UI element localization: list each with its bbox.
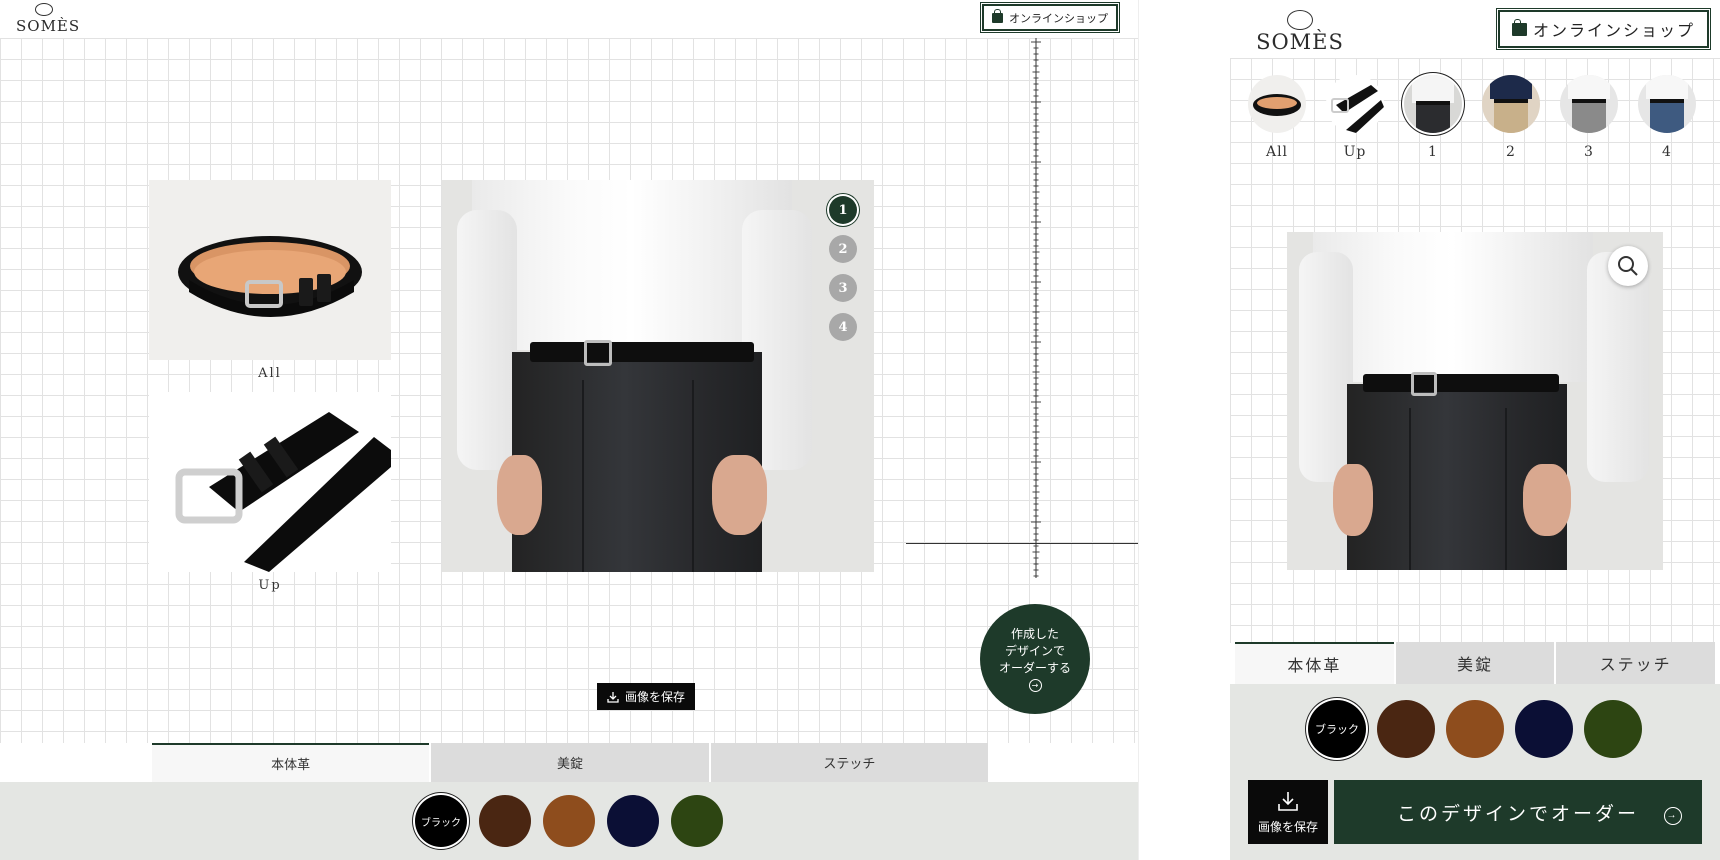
view-thumb-1[interactable] <box>1404 75 1462 133</box>
model-front-image <box>1412 75 1454 133</box>
zoom-button[interactable] <box>1608 246 1648 286</box>
view-thumb-caption: 3 <box>1584 144 1594 160</box>
view-2-button[interactable]: 2 <box>829 235 857 263</box>
order-line: オーダーする <box>998 661 1071 675</box>
order-line: 作成した <box>1010 627 1059 641</box>
tab-stitch[interactable]: ステッチ <box>710 743 988 782</box>
belt-coiled-image <box>1253 94 1301 116</box>
brand-logo[interactable]: SOMÈS <box>16 3 81 35</box>
swatch-green[interactable] <box>1584 700 1642 758</box>
color-swatch-bar: ブラック <box>0 782 1138 860</box>
view-4-button[interactable]: 4 <box>829 313 857 341</box>
save-image-label: 画像を保存 <box>1257 819 1318 834</box>
save-image-button[interactable]: 画像を保存 <box>1248 780 1328 844</box>
order-design-button[interactable]: 作成した デザインで オーダーする → <box>980 604 1090 714</box>
model-photo <box>442 180 874 572</box>
view-thumb-3[interactable] <box>1560 75 1618 133</box>
tab-buckle[interactable]: 美錠 <box>431 743 709 782</box>
brand-logo[interactable]: SOMÈS <box>1250 10 1350 54</box>
view-thumb-caption: All <box>1265 144 1289 160</box>
swatch-dark-brown[interactable] <box>479 795 531 847</box>
swatch-black[interactable]: ブラック <box>415 795 467 847</box>
order-label: このデザインでオーダー <box>1396 803 1639 825</box>
search-icon <box>1618 256 1638 276</box>
online-shop-label: オンラインショップ <box>1533 21 1696 40</box>
belt-up-thumbnail[interactable] <box>149 392 391 572</box>
model-gray-image <box>1568 75 1610 133</box>
logo-text: SOMÈS <box>1256 30 1344 54</box>
swatch-black[interactable]: ブラック <box>1308 700 1366 758</box>
design-canvas: All Up 1 2 3 4 作成した デザインで オーダーする → 画像を保存 <box>0 38 1138 743</box>
view-thumb-caption: 1 <box>1428 144 1438 160</box>
mobile-model-photo <box>1287 232 1663 570</box>
view-thumb-caption: Up <box>1343 144 1367 160</box>
view-3-button[interactable]: 3 <box>829 274 857 302</box>
save-image-label: 画像を保存 <box>625 690 686 704</box>
order-design-button[interactable]: このデザインでオーダー → <box>1334 780 1702 844</box>
belt-all-thumbnail[interactable] <box>149 180 391 360</box>
tab-stitch[interactable]: ステッチ <box>1556 642 1716 684</box>
view-thumb-caption: 2 <box>1506 144 1516 160</box>
swatch-green[interactable] <box>671 795 723 847</box>
desktop-view: All Up 1 2 3 4 作成した デザインで オーダーする → 画像を保存… <box>0 0 1139 860</box>
online-shop-label: オンラインショップ <box>1009 11 1108 25</box>
thumbnail-caption: All <box>258 366 282 381</box>
model-navy-image <box>1490 75 1532 133</box>
shopping-bag-icon <box>1512 18 1527 36</box>
arrow-right-icon: → <box>1664 807 1682 825</box>
thumbnail-caption: Up <box>258 578 282 593</box>
arrow-right-icon: → <box>1028 679 1042 692</box>
tab-buckle[interactable]: 美錠 <box>1395 642 1555 684</box>
order-line: デザインで <box>1004 644 1065 658</box>
save-image-button[interactable]: 画像を保存 <box>597 683 696 710</box>
mobile-header: SOMÈS オンラインショップ <box>1230 0 1720 58</box>
view-thumb-4[interactable] <box>1638 75 1696 133</box>
logo-text: SOMÈS <box>16 17 81 35</box>
swatch-navy[interactable] <box>607 795 659 847</box>
view-thumb-caption: 4 <box>1662 144 1672 160</box>
shopping-bag-icon <box>992 8 1003 23</box>
belt-buckle-closeup-image <box>175 412 391 572</box>
model-denim-image <box>1646 75 1688 133</box>
online-shop-button[interactable]: オンラインショップ <box>1495 8 1712 50</box>
belt-buckle-closeup-image <box>1331 85 1384 133</box>
mobile-design-canvas: All Up 1 2 3 4 <box>1230 58 1720 643</box>
view-1-button[interactable]: 1 <box>829 196 857 224</box>
download-icon <box>607 691 619 703</box>
desktop-header: SOMÈS オンラインショップ <box>0 0 1138 38</box>
tab-body-leather[interactable]: 本体革 <box>1235 642 1394 684</box>
download-icon <box>1278 791 1298 811</box>
view-thumb-up[interactable] <box>1326 75 1384 133</box>
view-thumb-all[interactable] <box>1248 75 1306 133</box>
swatch-brown[interactable] <box>543 795 595 847</box>
swatch-dark-brown[interactable] <box>1377 700 1435 758</box>
part-tabs: 本体革 美錠 ステッチ <box>152 743 988 782</box>
swatch-navy[interactable] <box>1515 700 1573 758</box>
online-shop-button[interactable]: オンラインショップ <box>980 2 1120 33</box>
part-tabs: 本体革 美錠 ステッチ <box>1235 642 1716 684</box>
swatch-brown[interactable] <box>1446 700 1504 758</box>
belt-coiled-image <box>178 236 362 317</box>
logo-mark-icon <box>35 3 53 16</box>
color-swatch-panel: ブラック 画像を保存 このデザインでオーダー → <box>1230 684 1720 860</box>
mobile-view: All Up 1 2 3 4 SOMÈS オンラインショップ 本体革 美錠 ステ… <box>1230 0 1720 860</box>
tab-body-leather[interactable]: 本体革 <box>152 743 430 782</box>
view-thumb-2[interactable] <box>1482 75 1540 133</box>
ruler-guide-line <box>906 543 1138 544</box>
measurement-ruler <box>1031 38 1041 578</box>
logo-mark-icon <box>1287 10 1313 30</box>
